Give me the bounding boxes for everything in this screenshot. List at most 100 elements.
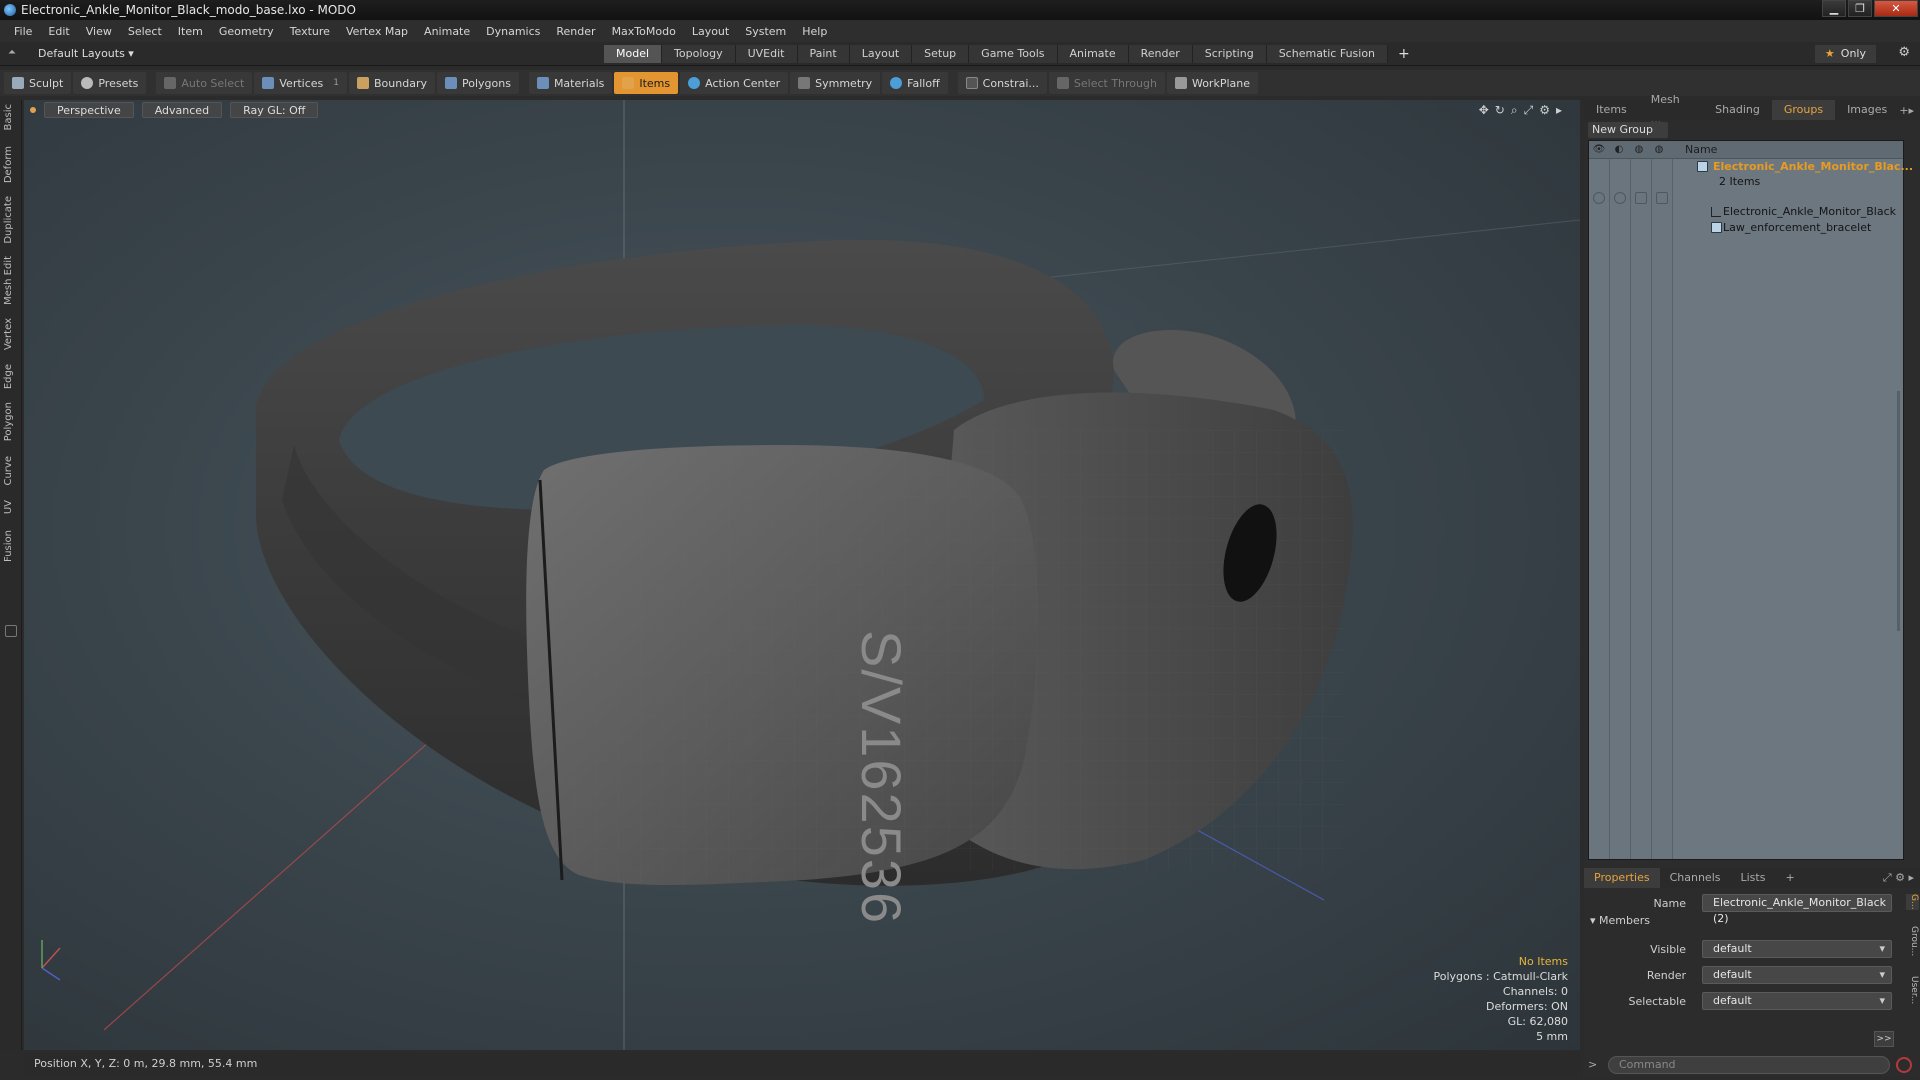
left-tab-fusion[interactable]: Fusion — [3, 530, 19, 562]
menu-help[interactable]: Help — [794, 25, 835, 38]
tab-layout[interactable]: Layout — [849, 45, 913, 63]
menu-render[interactable]: Render — [548, 25, 603, 38]
side-tab-g[interactable]: G... — [1906, 894, 1919, 910]
tab-groups[interactable]: Groups — [1771, 100, 1836, 120]
left-tab-curve[interactable]: Curve — [3, 456, 19, 486]
modo-app-icon — [4, 4, 16, 16]
menu-view[interactable]: View — [78, 25, 120, 38]
left-toggle-icon[interactable] — [5, 625, 17, 637]
workplane-button[interactable]: WorkPlane — [1166, 72, 1258, 94]
zoom-view-icon[interactable]: ⌕ — [1511, 103, 1518, 118]
polygons-button[interactable]: Polygons — [436, 72, 519, 94]
selectable-select[interactable]: default — [1702, 992, 1892, 1010]
tab-render[interactable]: Render — [1128, 45, 1193, 63]
menu-texture[interactable]: Texture — [282, 25, 338, 38]
menu-maxtomodo[interactable]: MaxToModo — [604, 25, 684, 38]
left-tab-polygon[interactable]: Polygon — [3, 402, 19, 441]
tab-channels[interactable]: Channels — [1660, 868, 1731, 888]
only-button[interactable]: ★ Only — [1814, 45, 1876, 63]
viewport-header: Perspective Advanced Ray GL: Off — [24, 100, 1580, 120]
menu-file[interactable]: File — [6, 25, 40, 38]
tab-model[interactable]: Model — [604, 45, 663, 63]
presets-button[interactable]: Presets — [73, 72, 147, 94]
left-tab-uv[interactable]: UV — [3, 500, 19, 514]
tab-items[interactable]: Items — [1584, 100, 1639, 120]
members-section[interactable]: ▾ Members — [1590, 914, 1650, 927]
tab-uvedit[interactable]: UVEdit — [735, 45, 798, 63]
move-view-icon[interactable]: ✥ — [1479, 103, 1489, 118]
panel-settings-icon[interactable]: ⤢ ⚙ ▸ — [1883, 871, 1920, 885]
tab-shading[interactable]: Shading — [1703, 100, 1772, 120]
default-layouts-dropdown[interactable]: Default Layouts ▾ — [38, 47, 134, 60]
menu-layout[interactable]: Layout — [684, 25, 737, 38]
add-tab-icon[interactable]: + — [1388, 45, 1420, 63]
sculpt-button[interactable]: Sculpt — [4, 72, 72, 94]
tab-game-tools[interactable]: Game Tools — [969, 45, 1058, 63]
viewport-menu-dot[interactable] — [30, 107, 36, 113]
menu-select[interactable]: Select — [120, 25, 170, 38]
fit-view-icon[interactable]: ⤢ — [1524, 103, 1534, 118]
viewport-info: No Items Polygons : Catmull-Clark Channe… — [1433, 954, 1568, 1044]
vertices-button[interactable]: Vertices 1 — [254, 72, 347, 94]
maximize-icon[interactable]: ❐ — [1848, 0, 1872, 17]
menu-vertex-map[interactable]: Vertex Map — [338, 25, 416, 38]
menu-animate[interactable]: Animate — [416, 25, 478, 38]
raygl-toggle[interactable]: Ray GL: Off — [230, 102, 319, 118]
name-field[interactable]: Electronic_Ankle_Monitor_Black (2) — [1702, 894, 1892, 925]
name-row: Name Electronic_Ankle_Monitor_Black (2) — [1584, 894, 1904, 925]
left-tab-deform[interactable]: Deform — [3, 146, 19, 183]
tab-lists[interactable]: Lists — [1731, 868, 1776, 888]
left-tab-vertex[interactable]: Vertex — [3, 318, 19, 350]
list-item[interactable]: Law_enforcement_bracelet — [1589, 219, 1903, 237]
close-icon[interactable]: ✕ — [1874, 0, 1918, 17]
left-tab-basic[interactable]: Basic — [3, 104, 19, 130]
items-button[interactable]: Items — [614, 72, 679, 94]
auto-select-button[interactable]: Auto Select — [156, 72, 253, 94]
panel-add-icon[interactable]: +▸ — [1899, 104, 1920, 117]
viewport-expand-icon[interactable]: ▸ — [1556, 103, 1562, 118]
shading-dropdown[interactable]: Advanced — [141, 102, 223, 118]
materials-button[interactable]: Materials — [528, 72, 613, 94]
layout-up-icon[interactable]: ⏶ — [8, 47, 16, 58]
perspective-dropdown[interactable]: Perspective — [44, 102, 134, 118]
viewport-settings-icon[interactable]: ⚙ — [1539, 103, 1550, 118]
menu-geometry[interactable]: Geometry — [211, 25, 282, 38]
action-center-button[interactable]: Action Center — [680, 72, 789, 94]
properties-form: Name Electronic_Ankle_Monitor_Black (2) … — [1584, 890, 1904, 1050]
tab-setup[interactable]: Setup — [912, 45, 970, 63]
rotate-view-icon[interactable]: ↻ — [1495, 103, 1505, 118]
falloff-button[interactable]: Falloff — [882, 72, 948, 94]
boundary-button[interactable]: Boundary — [349, 72, 435, 94]
record-macro-icon[interactable] — [1896, 1057, 1912, 1073]
menu-edit[interactable]: Edit — [40, 25, 77, 38]
list-scrollbar[interactable] — [1897, 391, 1900, 631]
tab-paint[interactable]: Paint — [797, 45, 850, 63]
side-tab-user[interactable]: User... — [1906, 976, 1919, 1004]
left-tab-mesh-edit[interactable]: Mesh Edit — [3, 256, 19, 305]
tab-images[interactable]: Images — [1835, 100, 1899, 120]
select-through-button[interactable]: Select Through — [1048, 72, 1165, 94]
visible-select[interactable]: default — [1702, 940, 1892, 958]
3d-viewport[interactable]: S/V162536 Perspective Advanced Ray GL: O… — [24, 100, 1580, 1050]
tab-properties[interactable]: Properties — [1584, 868, 1660, 888]
gear-icon[interactable]: ⚙ — [1898, 45, 1910, 60]
left-tab-duplicate[interactable]: Duplicate — [3, 196, 19, 244]
constraints-button[interactable]: Constrai... — [957, 72, 1047, 94]
tab-animate[interactable]: Animate — [1057, 45, 1129, 63]
tab-schematic-fusion[interactable]: Schematic Fusion — [1266, 45, 1389, 63]
add-panel-tab-icon[interactable]: + — [1775, 868, 1804, 888]
expand-button[interactable]: >> — [1874, 1031, 1894, 1047]
tab-topology[interactable]: Topology — [662, 45, 736, 63]
symmetry-button[interactable]: Symmetry — [790, 72, 881, 94]
menu-system[interactable]: System — [737, 25, 794, 38]
minimize-icon[interactable]: ▁ — [1822, 0, 1846, 17]
command-history-icon[interactable]: > — [1588, 1058, 1597, 1071]
menu-dynamics[interactable]: Dynamics — [478, 25, 548, 38]
render-select[interactable]: default — [1702, 966, 1892, 984]
tab-scripting[interactable]: Scripting — [1192, 45, 1267, 63]
new-group-button[interactable]: New Group — [1588, 122, 1668, 138]
left-tab-edge[interactable]: Edge — [3, 364, 19, 389]
command-input[interactable]: Command — [1608, 1056, 1890, 1074]
side-tab-group[interactable]: Grou... — [1906, 926, 1919, 956]
menu-item[interactable]: Item — [170, 25, 211, 38]
